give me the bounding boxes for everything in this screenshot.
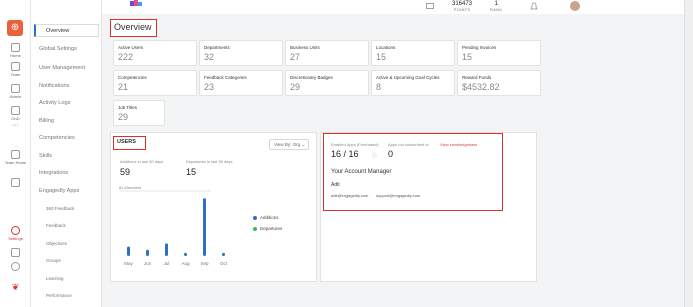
bar-sep[interactable]: [203, 198, 206, 256]
menu-item-performance[interactable]: Performance: [46, 293, 72, 298]
top-bar: 316473 POINTS 1 RANK: [102, 0, 693, 14]
additions-dot-icon: [253, 215, 257, 220]
add-icon[interactable]: ⊕: [7, 20, 23, 36]
chevron-down-icon: ⌄: [301, 142, 306, 147]
bar-aug[interactable]: [184, 252, 187, 256]
enabled-apps-label: Enabled Apps (Purchased): [331, 142, 379, 147]
menu-item-integrations[interactable]: Integrations: [39, 170, 68, 176]
menu-item-360-feedback[interactable]: 360 Feedback: [46, 206, 75, 211]
stat-card-locations[interactable]: Locations 15: [371, 40, 455, 66]
menu-item-groups[interactable]: Groups: [46, 258, 61, 263]
menu-item-engagedly-apps[interactable]: Engagedly Apps: [39, 188, 79, 194]
legend-additions[interactable]: Additions: [253, 215, 279, 220]
icon-rail: ⊕ Home Team Admin OnD ··· Team Home Sett…: [0, 0, 31, 307]
tick-label-oct: Oct: [220, 261, 228, 266]
unsubscribed-label: Apps not subscribed to: [388, 142, 429, 147]
bar-jul[interactable]: [165, 243, 168, 256]
grid-icon[interactable]: [0, 178, 31, 188]
view-by-select[interactable]: View By: Org ⌄: [269, 139, 309, 150]
account-manager-title: Your Account Manager: [331, 169, 392, 175]
support-email[interactable]: support@engagedly.com: [376, 193, 420, 198]
admin-icon: [11, 84, 20, 93]
menu-item-learning[interactable]: Learning: [46, 276, 64, 281]
menu-item-activity-logs[interactable]: Activity Logs: [39, 100, 70, 106]
users-chart: 81 Members May Jun Jul Aug Sep Oct: [119, 185, 228, 266]
message-icon[interactable]: [426, 3, 434, 10]
manager-name: Adit: [331, 182, 340, 188]
team-home-icon: [11, 150, 20, 159]
tick-label-jul: Jul: [164, 261, 170, 266]
stat-card-competencies[interactable]: Competencies 21: [113, 70, 197, 96]
info-icon[interactable]: ⓘ: [372, 152, 377, 159]
brand-logo-icon: ❦: [11, 282, 20, 292]
manager-email[interactable]: adit@engagedly.com: [331, 193, 368, 198]
menu-item-competencies[interactable]: Competencies: [39, 135, 75, 141]
chart-caption: 81 Members: [119, 185, 141, 190]
team-icon: [11, 62, 20, 71]
stat-card-active-users[interactable]: Active Users 222: [113, 40, 197, 66]
rank-stat: 1 RANK: [490, 1, 503, 12]
stat-card-reward-funds[interactable]: Reward Funds $4532.82: [457, 70, 541, 96]
rail-item-home[interactable]: Home: [0, 43, 31, 58]
view-knowledgebase-link[interactable]: View knowledgebase: [440, 142, 478, 147]
departures-value: 15: [186, 167, 197, 177]
legend-departures[interactable]: Departures: [253, 226, 282, 231]
menu-item-user-management[interactable]: User Management: [39, 65, 85, 71]
admin-menu: Overview Global Settings User Management…: [31, 0, 102, 307]
tick-label-sep: Sep: [200, 261, 209, 266]
settings-icon: [11, 226, 20, 235]
menu-item-skills[interactable]: Skills: [39, 153, 52, 159]
stat-card-business-units[interactable]: Business Units 27: [285, 40, 369, 66]
points-stat: 316473 POINTS: [452, 1, 473, 12]
stat-card-discretionary-badges[interactable]: Discretionary Badges 29: [285, 70, 369, 96]
menu-item-global-settings[interactable]: Global Settings: [39, 46, 77, 52]
ond-icon: [11, 106, 20, 115]
menu-item-feedback[interactable]: Feedback: [46, 223, 66, 228]
page-scrollbar[interactable]: [684, 0, 693, 307]
departures-label: Departures in last 30 days: [186, 159, 233, 164]
enabled-apps-value: 16 / 16: [331, 149, 359, 159]
rail-item-admin[interactable]: Admin: [0, 84, 31, 99]
tick-label-jun: Jun: [144, 261, 152, 266]
departures-dot-icon: [253, 226, 257, 231]
company-logo-icon: [130, 0, 142, 6]
menu-item-billing[interactable]: Billing: [39, 118, 54, 124]
bar-may[interactable]: [127, 246, 130, 256]
rail-item-team[interactable]: Team: [0, 62, 31, 77]
download-icon[interactable]: [0, 248, 31, 258]
stat-card-departments[interactable]: Departments 32: [199, 40, 283, 66]
users-label: USERS: [113, 136, 146, 150]
menu-item-notifications[interactable]: Notifications: [39, 83, 69, 89]
additions-value: 59: [120, 167, 131, 177]
unsubscribed-value: 0: [388, 149, 394, 159]
additions-label: Additions in last 30 days: [120, 159, 164, 164]
rail-item-ond[interactable]: OnD: [0, 106, 31, 121]
stat-card-pending-invoices[interactable]: Pending Invoices 15: [457, 40, 541, 66]
bar-jun[interactable]: [146, 249, 149, 256]
page-title: Overview: [110, 19, 157, 37]
tick-label-aug: Aug: [181, 261, 190, 266]
rail-item-team-home[interactable]: Team Home: [0, 150, 31, 165]
stat-card-job-titles[interactable]: Job Titles 29: [113, 100, 165, 126]
gear-icon[interactable]: [0, 262, 31, 272]
stat-card-goal-cycles[interactable]: Active & Upcoming Goal Cycles 8: [371, 70, 455, 96]
rail-item-settings[interactable]: Settings: [0, 226, 31, 241]
stat-card-feedback-categories[interactable]: Feedback Categories 23: [199, 70, 283, 96]
bell-icon[interactable]: [530, 2, 538, 11]
more-icon[interactable]: ···: [0, 122, 31, 129]
tick-label-may: May: [124, 261, 133, 266]
menu-item-objectives[interactable]: Objectives: [46, 241, 67, 246]
bar-oct[interactable]: [222, 252, 225, 256]
menu-item-overview[interactable]: Overview: [34, 24, 99, 37]
home-icon: [11, 43, 20, 52]
avatar[interactable]: [569, 0, 581, 12]
